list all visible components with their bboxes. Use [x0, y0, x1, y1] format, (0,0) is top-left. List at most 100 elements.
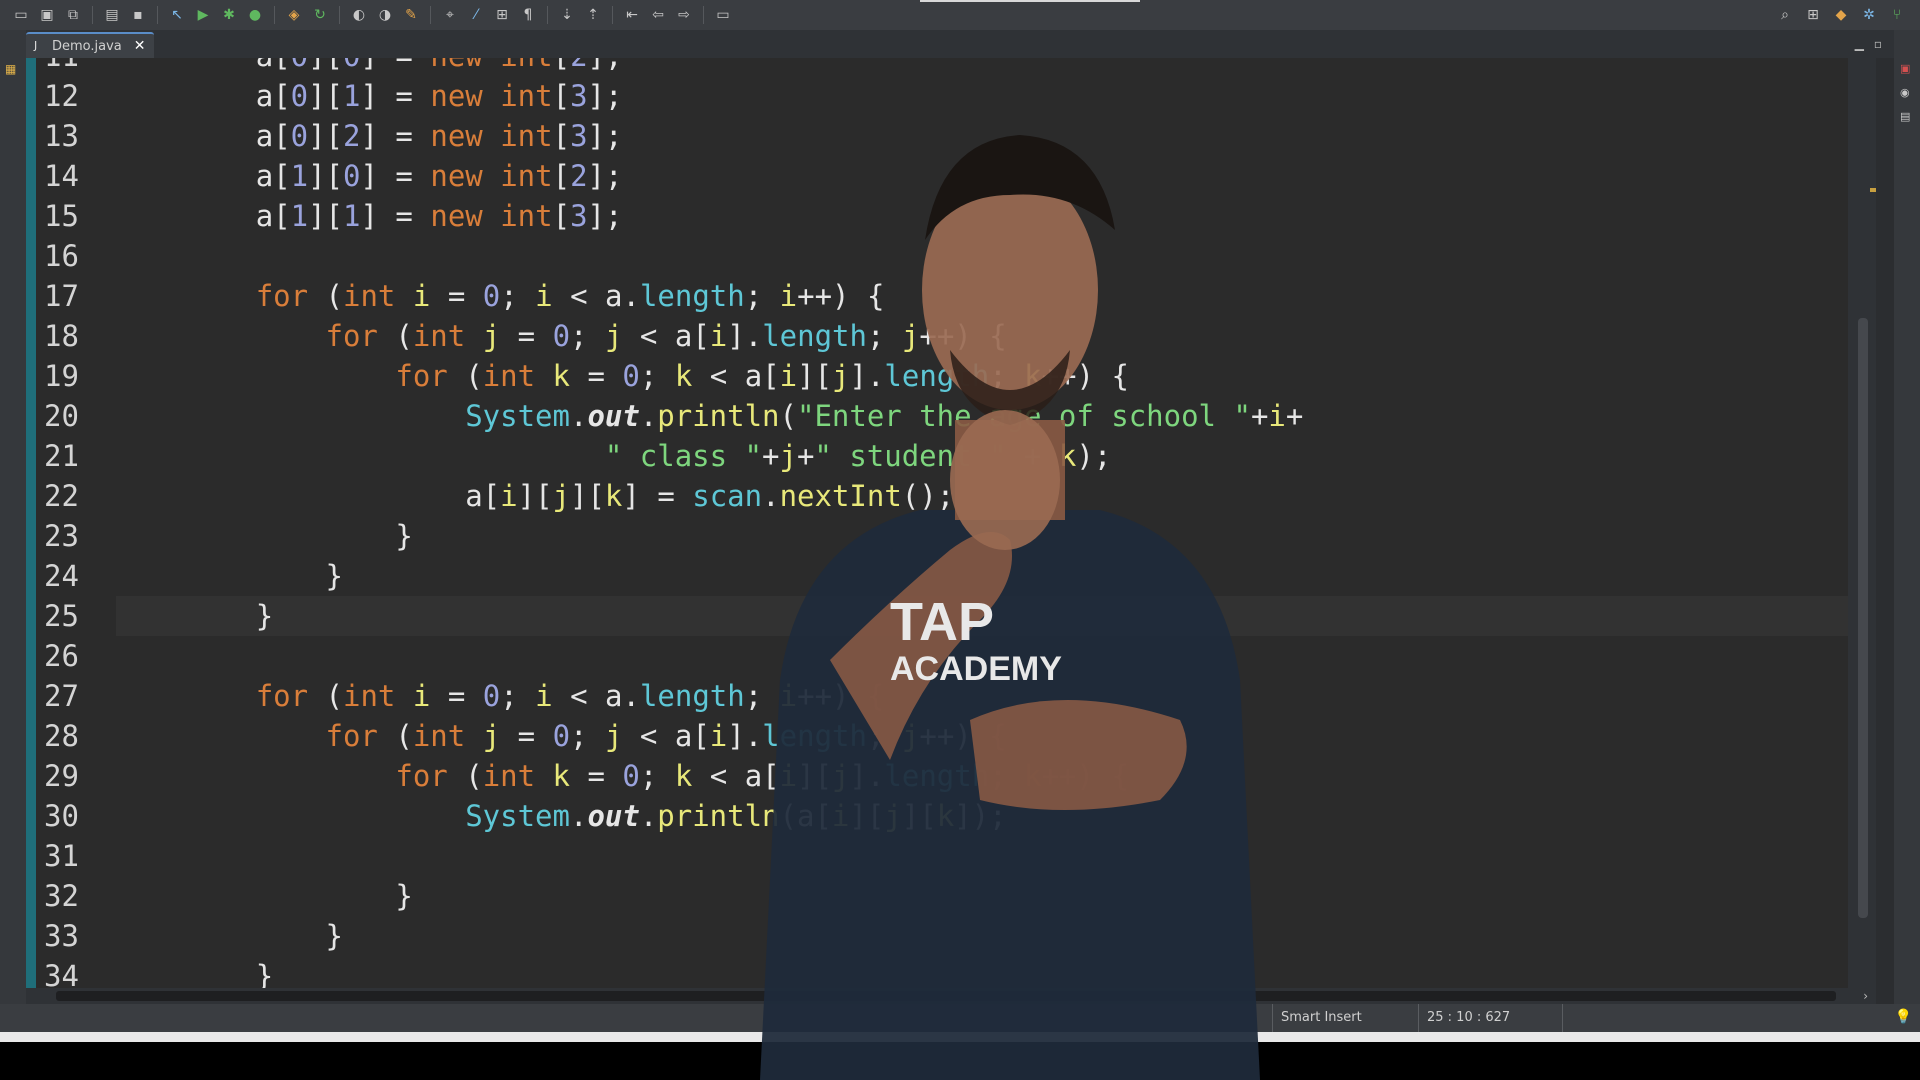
new-java-project-icon[interactable]: ◈ [283, 4, 305, 26]
show-whitespace-icon[interactable]: ¶ [517, 4, 539, 26]
status-separator [1562, 1004, 1572, 1032]
close-icon[interactable]: ▪ [127, 4, 149, 26]
right-trim-bar: ▣ ◉ ▤ [1894, 30, 1920, 1020]
line-number-gutter: 11 12 13 14 15 16 17 18 19 20 21 22 23 24 25 26 27 28 29 30… [36, 58, 116, 988]
line-number: 32 [44, 879, 79, 913]
line-number: 25 [44, 599, 79, 633]
toolbar-separator [547, 6, 548, 24]
toolbar-separator [430, 6, 431, 24]
line-number: 28 [44, 719, 79, 753]
toolbar-right-group: ⌕ ⊞ ◆ ✲ ⑂ [1774, 4, 1920, 26]
scroll-right-icon[interactable]: › [1863, 988, 1868, 1004]
open-perspective-icon[interactable]: ⊞ [1802, 4, 1824, 26]
debug-perspective-icon[interactable]: ✲ [1858, 4, 1880, 26]
pin-icon[interactable]: ⌖ [439, 4, 461, 26]
maximize-icon[interactable]: ▫ [1874, 37, 1882, 51]
line-number: 19 [44, 359, 79, 393]
minimize-icon[interactable]: ▁ [1855, 37, 1864, 51]
main-toolbar: ▭ ▣ ⧉ ▤ ▪ ↖ ▶ ✱ ● ◈ ↻ ◐ ◑ ✎ ⌖ ⁄ ⊞ ¶ ⇣ ⇡ … [0, 0, 1920, 30]
code-line[interactable]: a[0][2] = new int[3]; [116, 116, 623, 156]
code-line[interactable]: for (int j = 0; j < a[i].length; j++) { [116, 716, 1007, 756]
line-number: 27 [44, 679, 79, 713]
progress-strip [920, 0, 1140, 2]
outline-icon[interactable]: ▣ [1900, 62, 1914, 76]
save-all-icon[interactable]: ⧉ [62, 4, 84, 26]
back-icon[interactable]: ⇦ [647, 4, 669, 26]
new-file-icon[interactable]: ▭ [10, 4, 32, 26]
tip-lightbulb-icon[interactable]: 💡 [1895, 1009, 1912, 1025]
code-editor[interactable]: 11 12 13 14 15 16 17 18 19 20 21 22 23 24 25 26 27 28 29 30… [26, 58, 1876, 988]
code-area[interactable]: a[0][0] = new int[2]; a[0][1] = new int[… [116, 58, 1848, 988]
code-line[interactable]: " class "+j+" student " + k); [116, 436, 1111, 476]
last-edit-icon[interactable]: ⇤ [621, 4, 643, 26]
code-line[interactable]: a[1][0] = new int[2]; [116, 156, 623, 196]
java-perspective-icon[interactable]: ◆ [1830, 4, 1852, 26]
line-number: 12 [44, 79, 79, 113]
tab-close-icon[interactable]: ✕ [134, 38, 146, 54]
prev-annotation-icon[interactable]: ⇡ [582, 4, 604, 26]
code-line[interactable]: } [116, 516, 412, 556]
quick-access-search-icon[interactable]: ⌕ [1774, 4, 1796, 26]
horizontal-scrollbar[interactable]: ‹ › [26, 988, 1876, 1004]
annotation-marker[interactable] [1870, 188, 1876, 192]
new-package-icon[interactable]: ↻ [309, 4, 331, 26]
line-number: 34 [44, 959, 79, 988]
code-line[interactable]: a[0][1] = new int[3]; [116, 76, 623, 116]
line-number: 16 [44, 239, 79, 273]
line-number: 17 [44, 279, 79, 313]
code-line[interactable] [116, 836, 133, 876]
video-letterbox [0, 1042, 1920, 1080]
vertical-scroll-thumb[interactable] [1858, 318, 1868, 918]
code-line[interactable] [116, 636, 133, 676]
line-number: 29 [44, 759, 79, 793]
debug-icon[interactable]: ✱ [218, 4, 240, 26]
code-line[interactable]: a[i][j][k] = scan.nextInt(); [116, 476, 954, 516]
forward-icon[interactable]: ⇨ [673, 4, 695, 26]
line-number: 26 [44, 639, 79, 673]
code-line[interactable]: System.out.println(a[i][j][k]); [116, 796, 1006, 836]
code-line[interactable]: } [116, 876, 412, 916]
code-line[interactable]: } [116, 556, 343, 596]
code-line[interactable]: } [116, 596, 1848, 636]
tab-demo-java[interactable]: J Demo.java ✕ [26, 32, 154, 58]
edit-icon[interactable]: ✎ [400, 4, 422, 26]
code-line[interactable]: a[1][1] = new int[3]; [116, 196, 623, 236]
block-select-icon[interactable]: ⊞ [491, 4, 513, 26]
code-line[interactable]: for (int i = 0; i < a.length; i++) { [116, 676, 885, 716]
next-annotation-icon[interactable]: ⇣ [556, 4, 578, 26]
new-class-icon[interactable]: ◐ [348, 4, 370, 26]
save-icon[interactable]: ▣ [36, 4, 58, 26]
code-line[interactable]: for (int i = 0; i < a.length; i++) { [116, 276, 885, 316]
run-icon[interactable]: ▶ [192, 4, 214, 26]
code-line[interactable] [116, 236, 133, 276]
code-line[interactable]: for (int k = 0; k < a[i][j].length; k++)… [116, 756, 1129, 796]
line-number: 33 [44, 919, 79, 953]
line-number: 21 [44, 439, 79, 473]
toggle-mark-icon[interactable]: ⁄ [465, 4, 487, 26]
print-icon[interactable]: ▤ [101, 4, 123, 26]
vertical-scrollbar[interactable] [1848, 58, 1876, 988]
insert-mode-status: Smart Insert [1272, 1004, 1417, 1032]
package-explorer-icon[interactable]: ▦ [5, 62, 21, 76]
code-line[interactable]: a[0][0] = new int[2]; [116, 58, 623, 76]
cursor-icon[interactable]: ↖ [166, 4, 188, 26]
editor-tab-bar: J Demo.java ✕ ▁ ▫ [26, 30, 1894, 58]
problems-icon[interactable]: ▤ [1900, 110, 1914, 124]
horizontal-scroll-thumb[interactable] [56, 991, 1836, 1001]
eclipse-ide-window: ▭ ▣ ⧉ ▤ ▪ ↖ ▶ ✱ ● ◈ ↻ ◐ ◑ ✎ ⌖ ⁄ ⊞ ¶ ⇣ ⇡ … [0, 0, 1920, 1080]
line-number: 14 [44, 159, 79, 193]
code-line[interactable]: System.out.println("Enter the age of sch… [116, 396, 1303, 436]
terminal-icon[interactable]: ▭ [712, 4, 734, 26]
code-line[interactable]: } [116, 916, 343, 956]
git-perspective-icon[interactable]: ⑂ [1886, 4, 1908, 26]
code-line[interactable]: for (int j = 0; j < a[i].length; j++) { [116, 316, 1007, 356]
external-tools-icon[interactable]: ● [244, 4, 266, 26]
overview-ruler [26, 58, 36, 988]
code-line[interactable]: for (int k = 0; k < a[i][j].length; k++)… [116, 356, 1129, 396]
tab-label: Demo.java [52, 38, 122, 54]
line-number: 31 [44, 839, 79, 873]
line-number: 23 [44, 519, 79, 553]
task-list-icon[interactable]: ◉ [1900, 86, 1914, 100]
code-line[interactable]: } [116, 956, 273, 988]
open-type-icon[interactable]: ◑ [374, 4, 396, 26]
